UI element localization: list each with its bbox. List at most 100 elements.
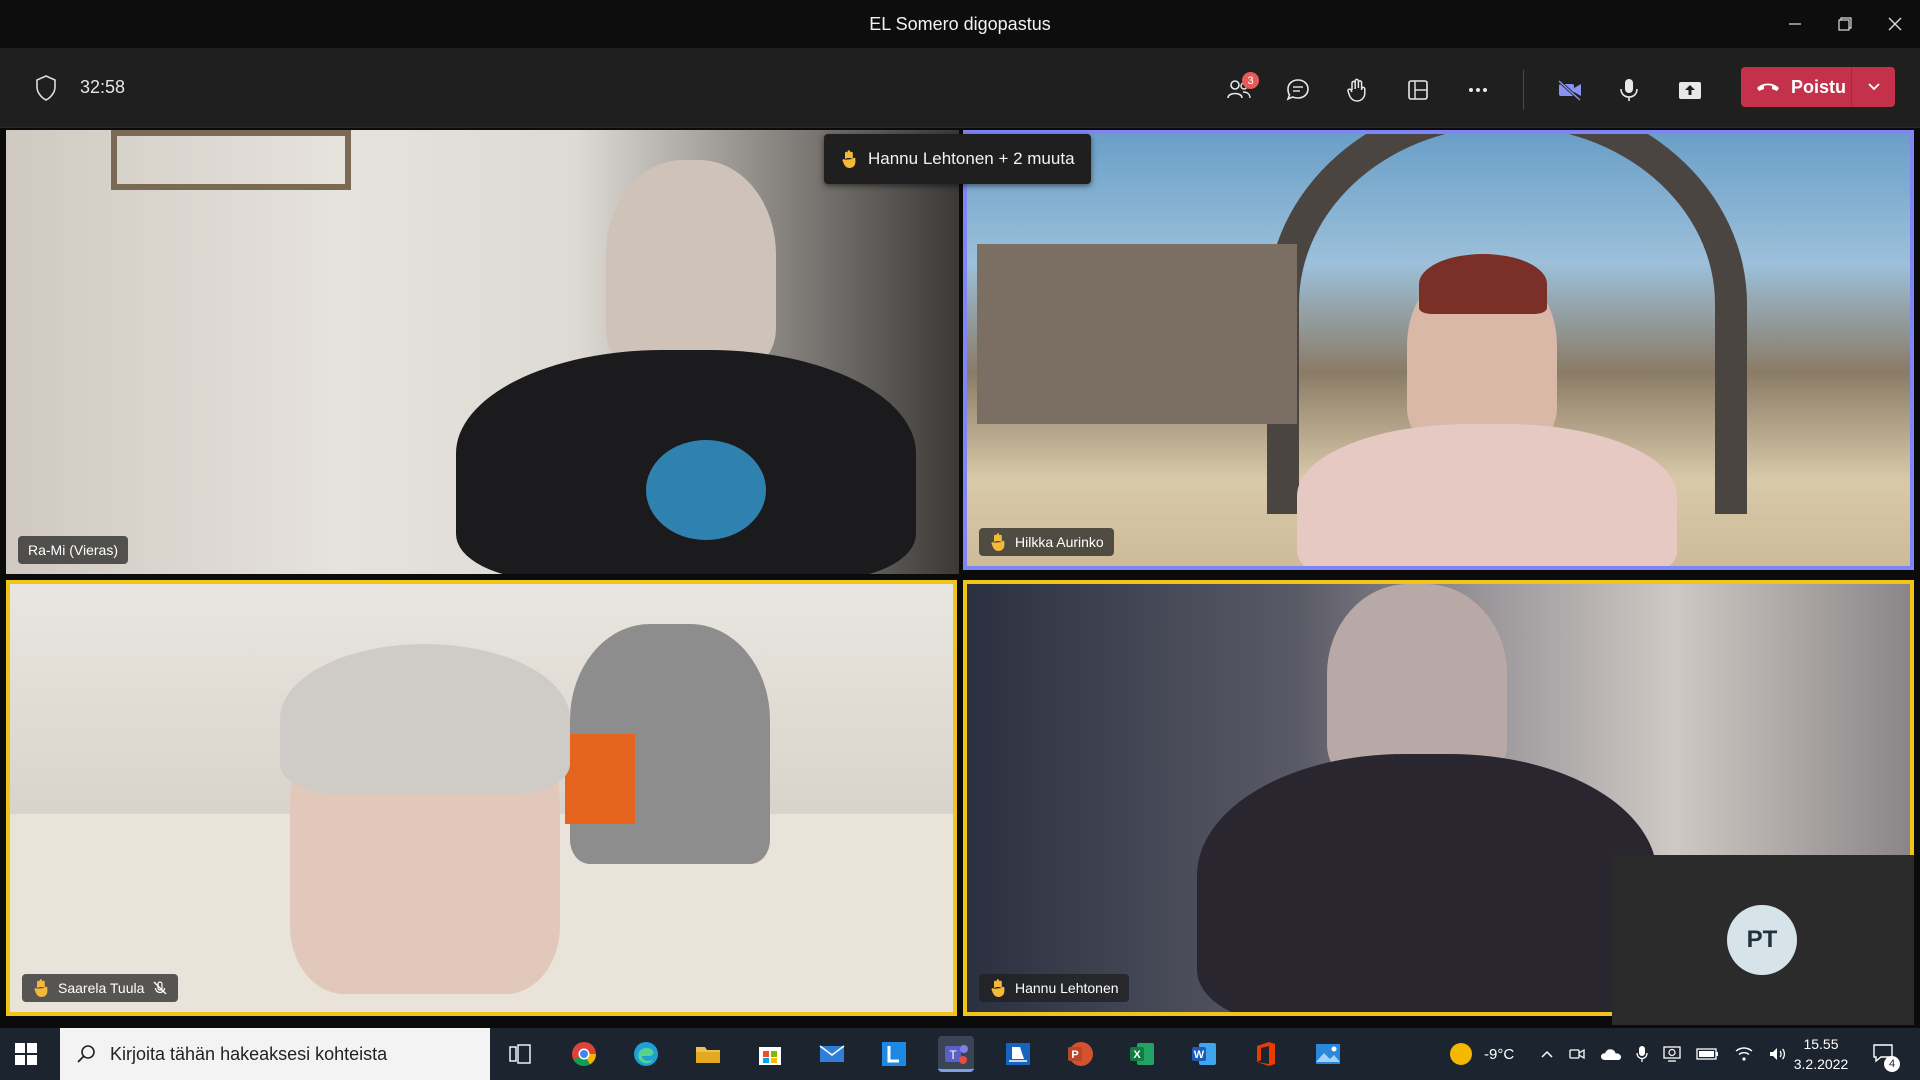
system-clock[interactable]: 15.55 3.2.2022 <box>1776 1034 1866 1074</box>
scanner-icon <box>1006 1043 1030 1065</box>
teams-icon: T <box>945 1044 968 1064</box>
microphone-button[interactable] <box>1607 68 1651 112</box>
participant-hair <box>280 644 570 794</box>
participant-video-figure <box>606 160 776 370</box>
leave-meeting-button[interactable]: Poistu <box>1741 67 1895 107</box>
store-taskbar-app[interactable] <box>752 1036 788 1072</box>
system-tray <box>1540 1028 1788 1080</box>
svg-text:X: X <box>1133 1049 1141 1061</box>
file-explorer-taskbar-app[interactable] <box>690 1036 726 1072</box>
leave-main[interactable]: Poistu <box>1741 67 1851 107</box>
meeting-timer: 32:58 <box>80 77 126 97</box>
mail-taskbar-app[interactable] <box>814 1036 850 1072</box>
chevron-up-icon[interactable] <box>1540 1049 1554 1059</box>
more-actions-button[interactable] <box>1456 68 1500 112</box>
meeting-title: EL Somero digopastus <box>869 13 1051 34</box>
weather-widget[interactable]: -9°C <box>1450 1028 1514 1080</box>
mic-muted-icon <box>153 981 167 995</box>
video-tile-ra-mi[interactable]: Ra-Mi (Vieras) <box>6 130 959 574</box>
search-placeholder: Kirjoita tähän hakeaksesi kohteista <box>110 1043 388 1064</box>
battery-icon[interactable] <box>1696 1047 1720 1061</box>
excel-icon: X <box>1130 1043 1154 1065</box>
layout-icon <box>1408 80 1428 100</box>
restore-button[interactable] <box>1820 0 1870 48</box>
clock-time: 15.55 <box>1803 1036 1839 1052</box>
raised-hands-text: Hannu Lehtonen + 2 muuta <box>868 149 1075 168</box>
scan-taskbar-app[interactable] <box>1000 1036 1036 1072</box>
raised-hand-icon <box>991 979 1005 997</box>
notification-count-badge: 4 <box>1884 1056 1900 1072</box>
folder-icon <box>696 1047 720 1063</box>
task-view-button[interactable] <box>502 1036 538 1072</box>
shirt-logo <box>646 440 766 540</box>
chat-icon <box>1286 79 1309 101</box>
avatar: PT <box>1727 905 1797 975</box>
onedrive-icon[interactable] <box>1600 1047 1622 1061</box>
self-view-tile[interactable]: PT <box>1612 855 1914 1025</box>
video-tile-saarela-tuula[interactable]: Saarela Tuula <box>6 580 957 1016</box>
taskbar-search-box[interactable]: Kirjoita tähän hakeaksesi kohteista <box>60 1028 490 1080</box>
participant-name: Hilkka Aurinko <box>1015 534 1104 550</box>
participant-name: Ra-Mi (Vieras) <box>28 542 118 558</box>
microphone-in-use-icon[interactable] <box>1636 1045 1648 1063</box>
leave-options-dropdown[interactable] <box>1851 67 1895 107</box>
windows-start-icon[interactable] <box>14 1042 38 1066</box>
photos-icon <box>1316 1044 1340 1064</box>
office-taskbar-app[interactable] <box>1248 1036 1284 1072</box>
hand-reaction-icon <box>1347 78 1366 102</box>
l-app-taskbar-app[interactable] <box>876 1036 912 1072</box>
mail-icon <box>819 1045 845 1062</box>
svg-text:T: T <box>949 1048 957 1062</box>
photos-taskbar-app[interactable] <box>1310 1036 1346 1072</box>
raised-hand-icon <box>34 979 48 997</box>
raised-hands-banner[interactable]: Hannu Lehtonen + 2 muuta <box>824 134 1091 184</box>
participant-name-label: Hannu Lehtonen <box>979 974 1129 1002</box>
task-view-icon <box>509 1044 531 1064</box>
office-icon <box>1257 1042 1275 1066</box>
camera-off-icon <box>1557 79 1582 102</box>
camera-toggle-button[interactable] <box>1548 68 1592 112</box>
raised-hand-icon <box>991 533 1005 551</box>
l-app-icon <box>882 1042 906 1066</box>
minimize-icon <box>1789 23 1801 25</box>
chevron-down-icon <box>1867 83 1880 91</box>
wifi-icon[interactable] <box>1734 1046 1754 1062</box>
svg-text:P: P <box>1071 1049 1078 1061</box>
participants-count-badge: 3 <box>1242 72 1259 89</box>
svg-text:W: W <box>1194 1049 1205 1061</box>
view-layout-button[interactable] <box>1396 68 1440 112</box>
participants-button[interactable]: 3 <box>1217 68 1261 112</box>
participant-name-label: Hilkka Aurinko <box>979 528 1114 556</box>
word-taskbar-app[interactable]: W <box>1186 1036 1222 1072</box>
close-button[interactable] <box>1870 0 1920 48</box>
powerpoint-taskbar-app[interactable]: P <box>1062 1036 1098 1072</box>
teams-taskbar-app[interactable]: T <box>938 1036 974 1072</box>
minimize-button[interactable] <box>1770 0 1820 48</box>
restore-icon <box>1838 17 1852 31</box>
hang-up-icon <box>1757 83 1779 91</box>
participant-body <box>1297 424 1677 566</box>
chrome-taskbar-app[interactable] <box>566 1036 602 1072</box>
powerpoint-icon: P <box>1068 1042 1093 1066</box>
notification-center-button[interactable]: 4 <box>1872 1028 1900 1080</box>
meeting-toolbar: 32:58 3 Poistu <box>0 48 1920 128</box>
weather-temperature: -9°C <box>1484 1045 1515 1063</box>
edge-taskbar-app[interactable] <box>628 1036 664 1072</box>
meet-now-icon[interactable] <box>1568 1046 1586 1062</box>
background-structure <box>977 244 1297 424</box>
sun-icon <box>1450 1043 1472 1065</box>
participant-hair <box>1419 254 1547 314</box>
microphone-icon <box>1620 79 1638 101</box>
clock-date: 3.2.2022 <box>1793 1056 1849 1072</box>
participant-body <box>1197 754 1657 1012</box>
chat-button[interactable] <box>1276 68 1320 112</box>
reactions-button[interactable] <box>1335 68 1379 112</box>
share-screen-button[interactable] <box>1668 68 1712 112</box>
display-sync-icon[interactable] <box>1662 1045 1682 1063</box>
close-icon <box>1888 17 1902 31</box>
video-tile-hilkka-aurinko[interactable]: Hilkka Aurinko <box>963 130 1914 570</box>
excel-taskbar-app[interactable]: X <box>1124 1036 1160 1072</box>
wall-painting <box>111 130 351 190</box>
word-icon: W <box>1192 1043 1216 1065</box>
participant-name-label: Saarela Tuula <box>22 974 179 1002</box>
